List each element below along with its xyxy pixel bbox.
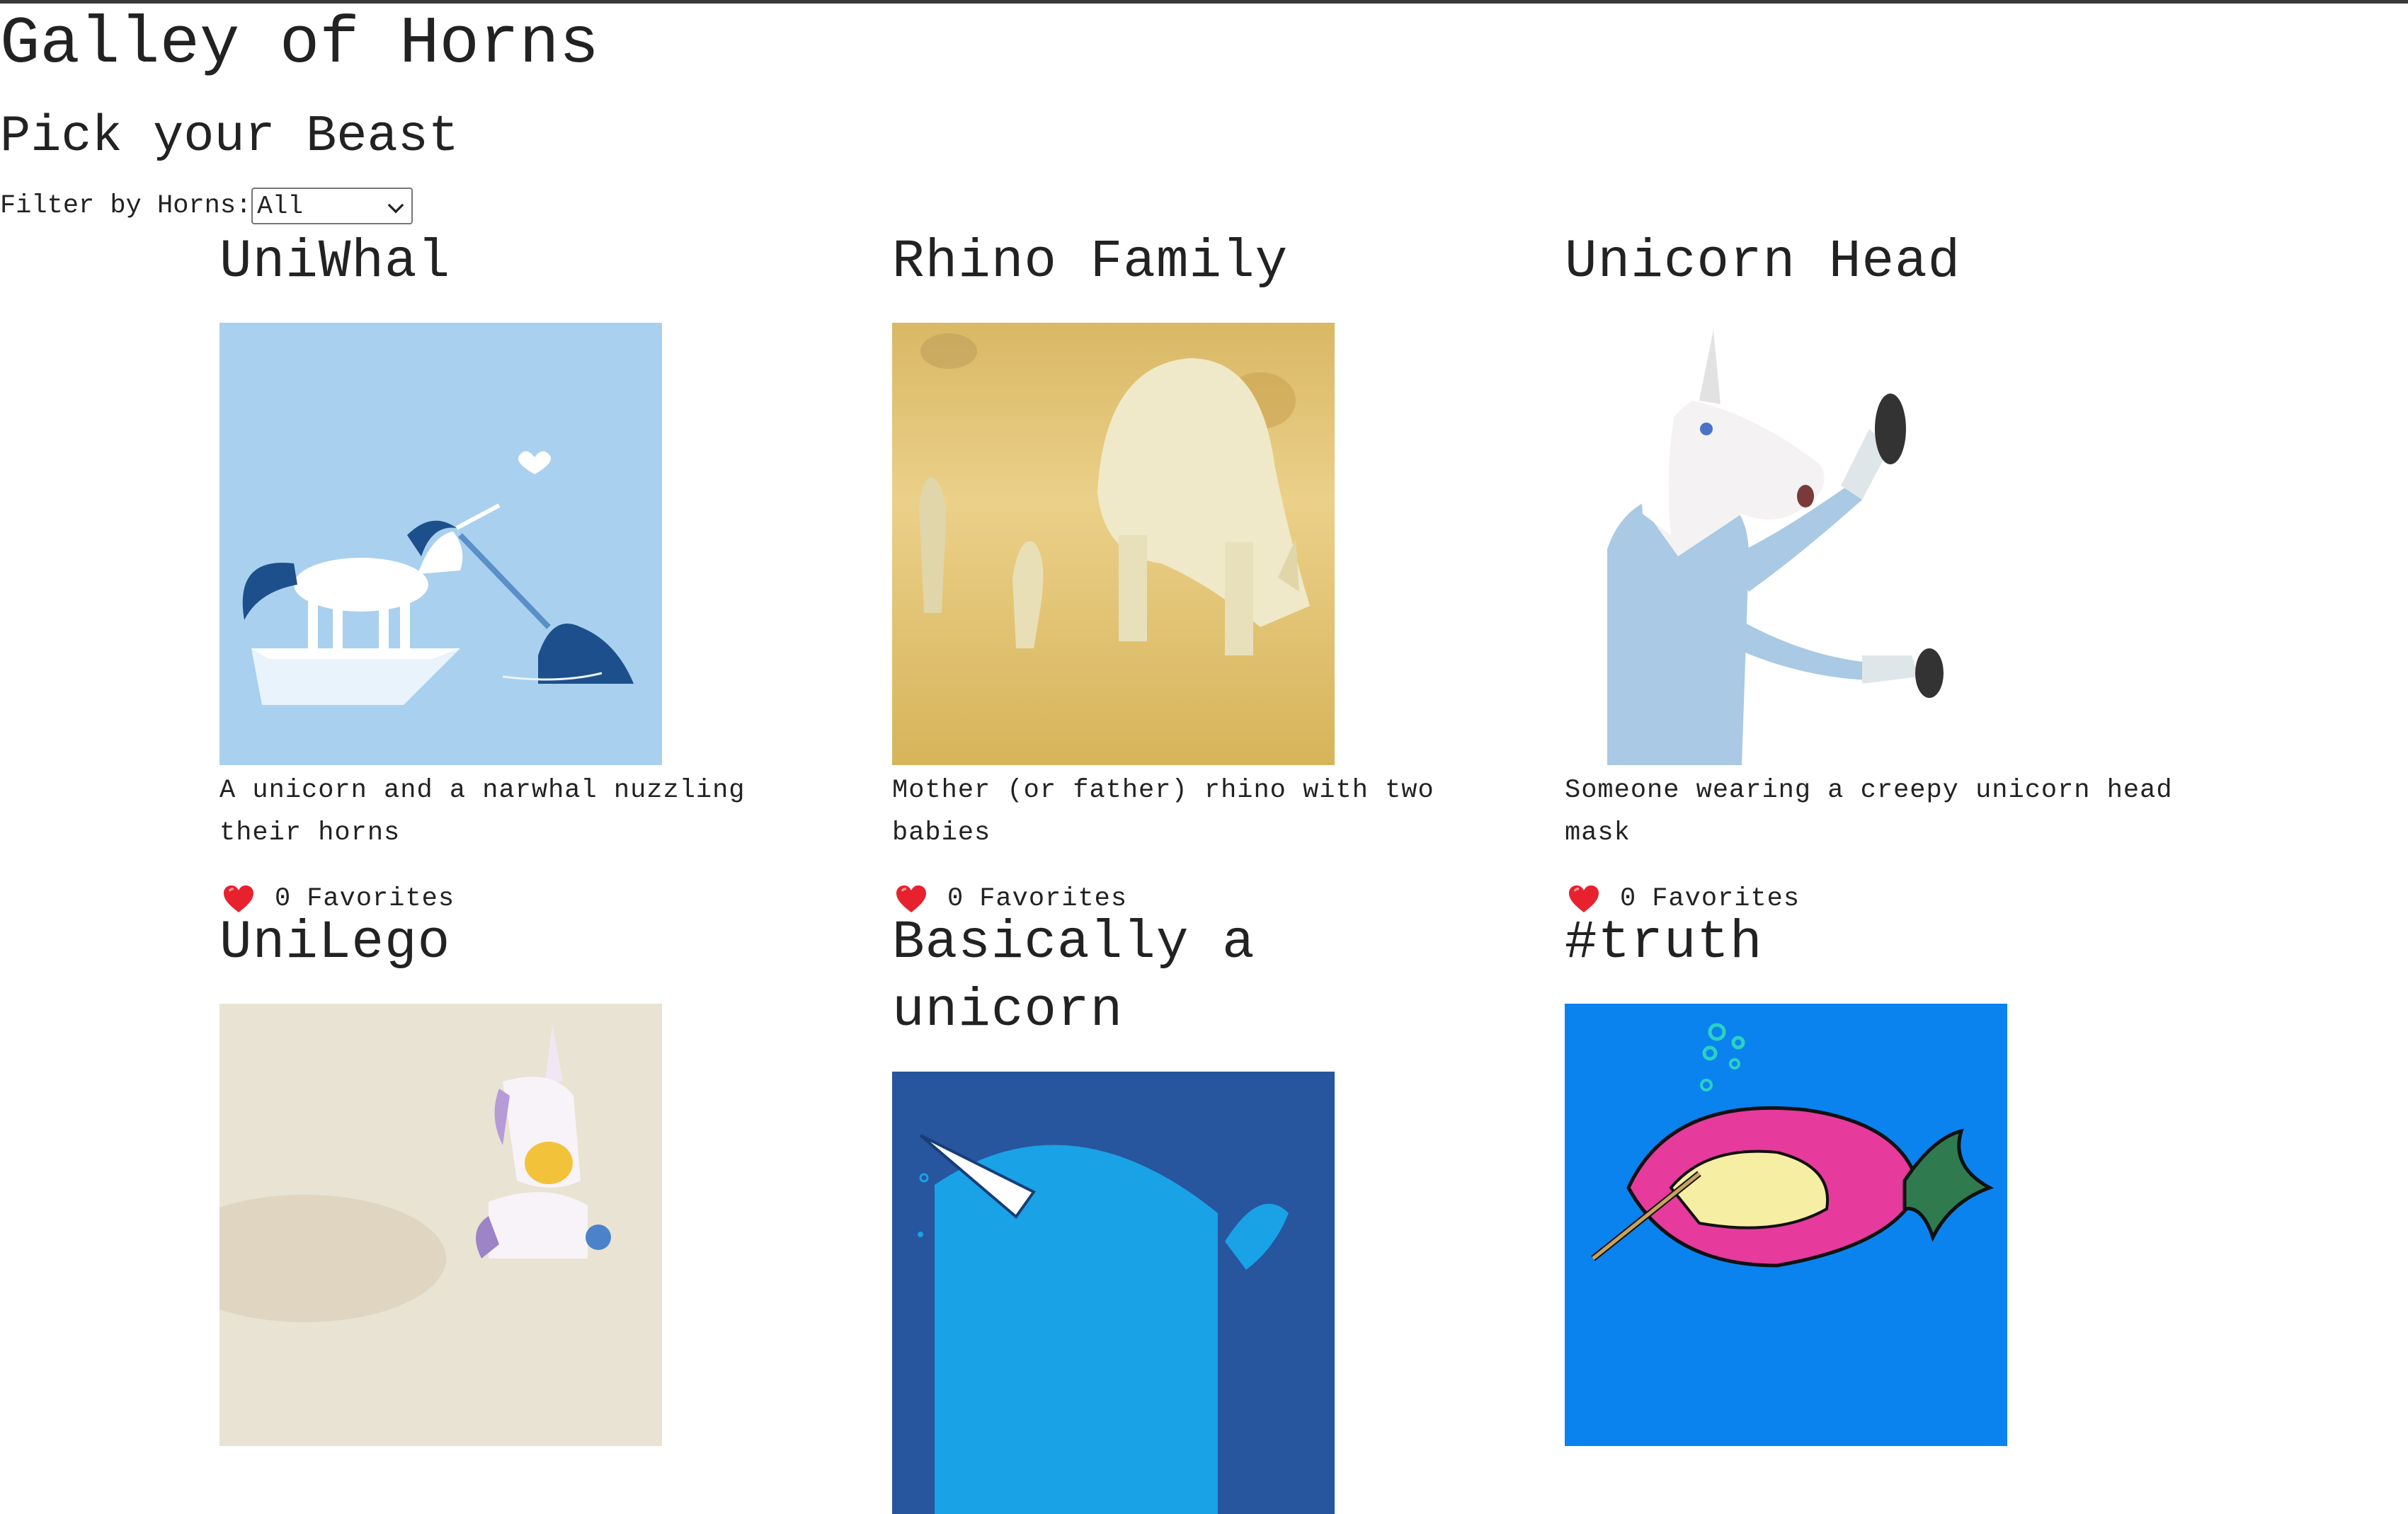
card-image-basically-a-unicorn[interactable] [892, 1072, 1335, 1514]
card-title: Unicorn Head [1565, 231, 1961, 292]
filter-label: Filter by Horns: [0, 191, 252, 221]
beast-card-unilego: UniLego [219, 909, 828, 1446]
horns-filter-select[interactable]: All [251, 188, 413, 224]
card-title: Basically a unicorn [892, 912, 1255, 1041]
card-image-truth[interactable] [1565, 1004, 2007, 1446]
filter-row: Filter by Horns: All [0, 187, 413, 225]
beast-card-basically-a-unicorn: Basically a unicorn [892, 909, 1335, 1514]
card-description: Someone wearing a creepy unicorn head ma… [1565, 776, 2173, 848]
filter-selected-value: All [257, 191, 304, 221]
card-image-rhino-family[interactable] [892, 323, 1335, 765]
card-image-uniwhal[interactable] [219, 323, 662, 765]
beast-card-unicorn-head: Unicorn Head Someone wearing a creepy un… [1565, 228, 2174, 915]
beast-card-uniwhal: UniWhal A unicorn and a narwhal nuzzling… [219, 228, 828, 915]
window-top-border [0, 0, 2408, 4]
card-title: UniLego [219, 912, 451, 973]
card-title: #truth [1565, 912, 1763, 973]
page-subtitle: Pick your Beast [0, 108, 460, 166]
card-description: Mother (or father) rhino with two babies [892, 776, 1434, 848]
beast-card-rhino-family: Rhino Family Mother (or father) rhino wi… [892, 228, 1501, 915]
card-title: Rhino Family [892, 231, 1289, 292]
card-description: A unicorn and a narwhal nuzzling their h… [219, 776, 746, 848]
beast-card-truth: #truth [1565, 909, 2174, 1446]
page-title: Galley of Horns [0, 7, 600, 82]
card-image-unilego[interactable] [219, 1004, 662, 1446]
card-image-unicorn-head[interactable] [1565, 323, 2007, 765]
chevron-down-icon [387, 197, 404, 214]
card-title: UniWhal [219, 231, 451, 292]
